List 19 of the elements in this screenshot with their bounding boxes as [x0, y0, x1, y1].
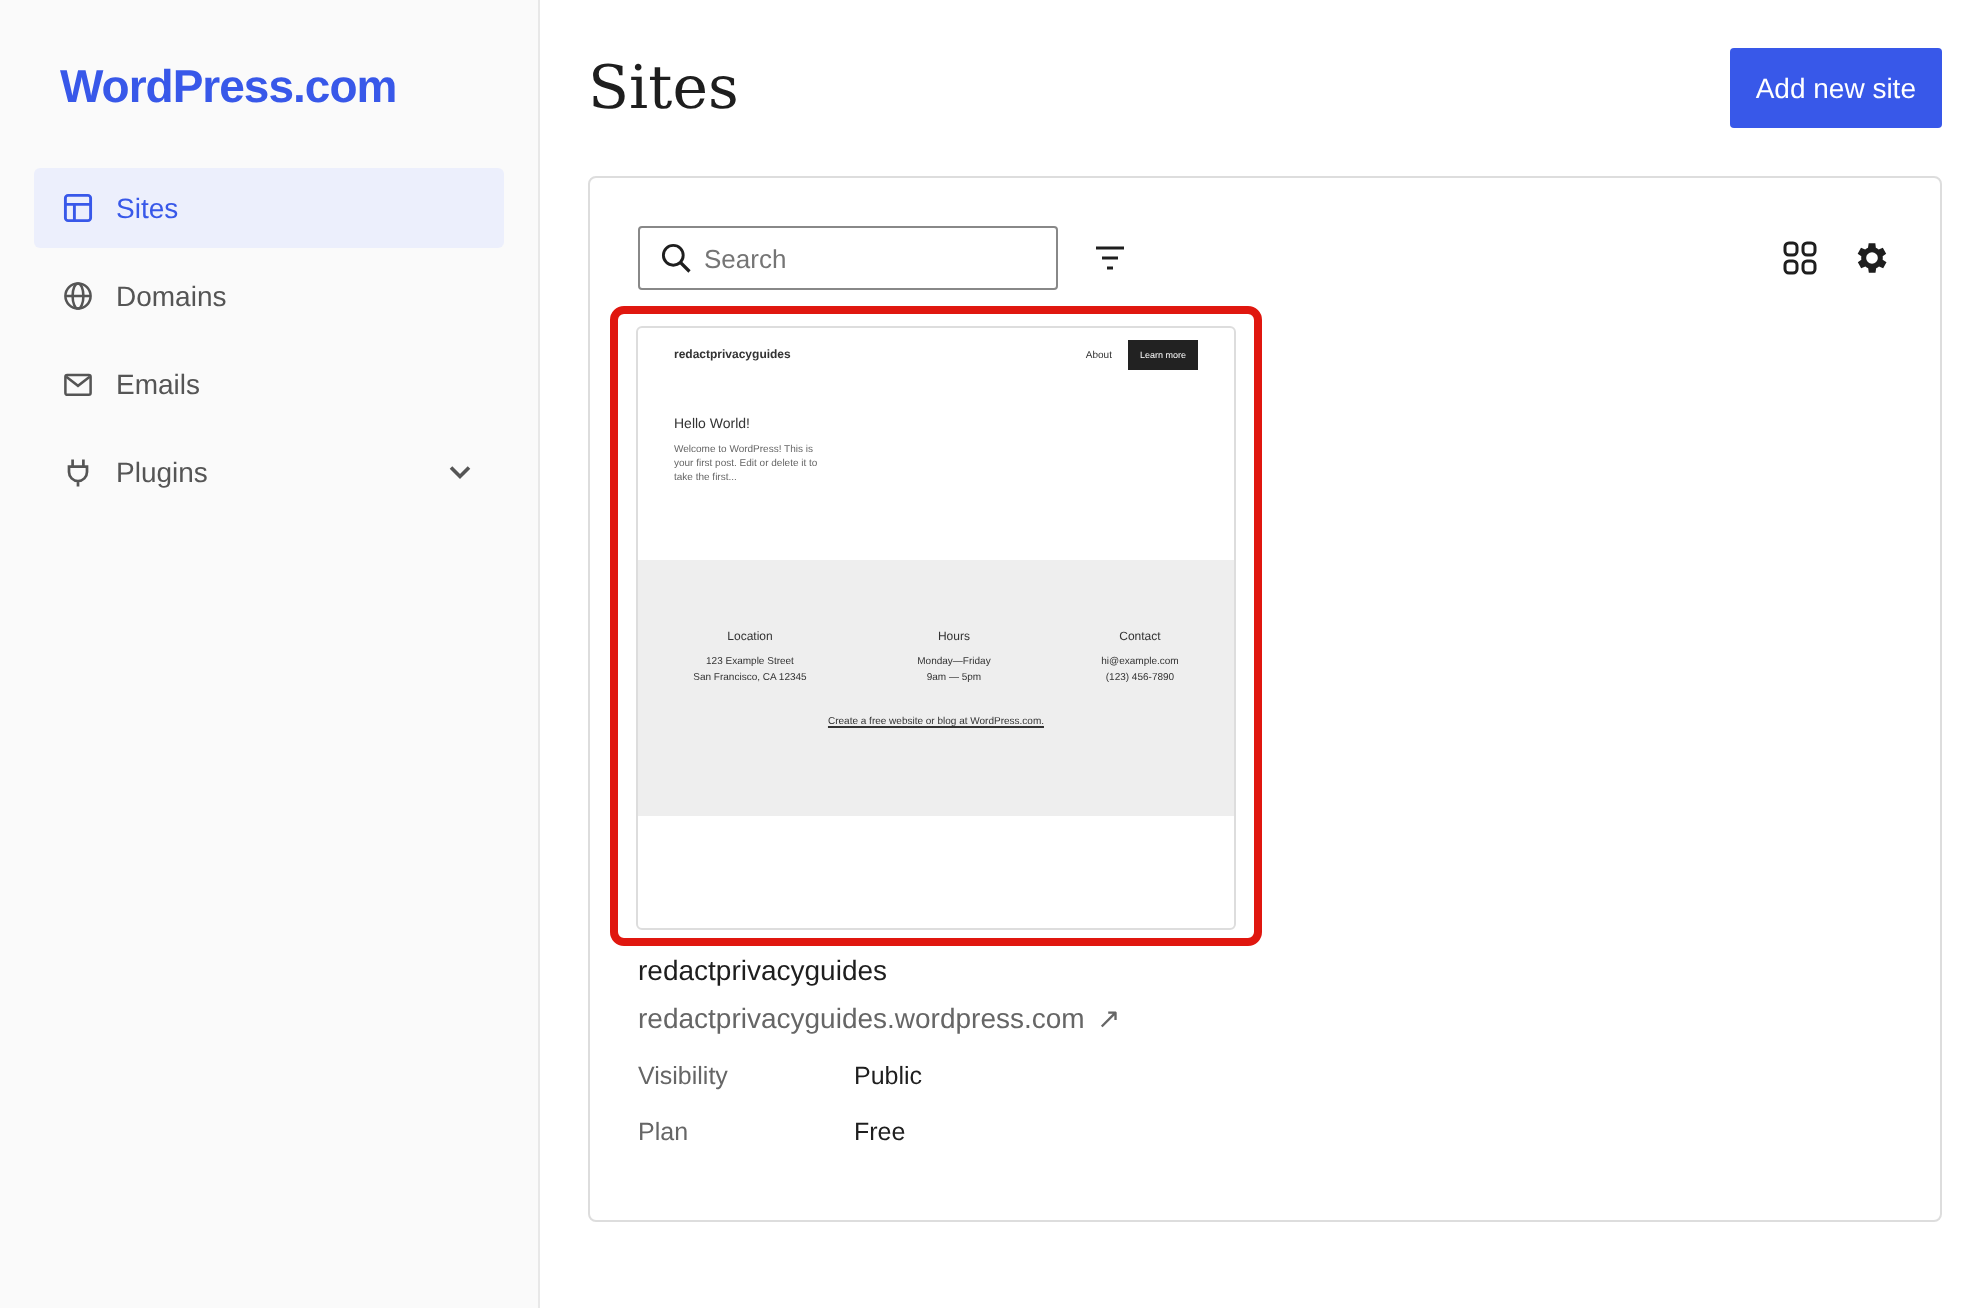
search-field[interactable]: Search — [638, 226, 1058, 290]
sidebar-item[interactable]: Plugins — [34, 432, 504, 512]
external-link-mark: ↗ — [1096, 1002, 1121, 1034]
settings-icon[interactable] — [1852, 238, 1892, 278]
site-url-link[interactable]: redactprivacyguides.wordpress.com — [638, 1002, 1085, 1034]
globe-icon — [60, 278, 96, 314]
site-name: redactprivacyguides — [638, 954, 890, 986]
detail-value: Free — [854, 1118, 908, 1146]
detail-value: Public — [854, 1062, 925, 1090]
sidebar-item[interactable]: Emails — [34, 344, 504, 424]
detail-label: Visibility — [638, 1062, 730, 1090]
detail-label: Plan — [638, 1118, 691, 1146]
page-title: Sites — [588, 53, 739, 123]
add-site-button[interactable]: Add new site — [1729, 48, 1942, 128]
sidebar-item[interactable]: Sites — [34, 168, 504, 248]
grid-view-icon[interactable] — [1780, 238, 1820, 278]
brand-logo[interactable]: WordPress.com — [60, 60, 397, 114]
layout-icon — [60, 190, 96, 226]
sidebar-item[interactable]: Domains — [34, 256, 504, 336]
